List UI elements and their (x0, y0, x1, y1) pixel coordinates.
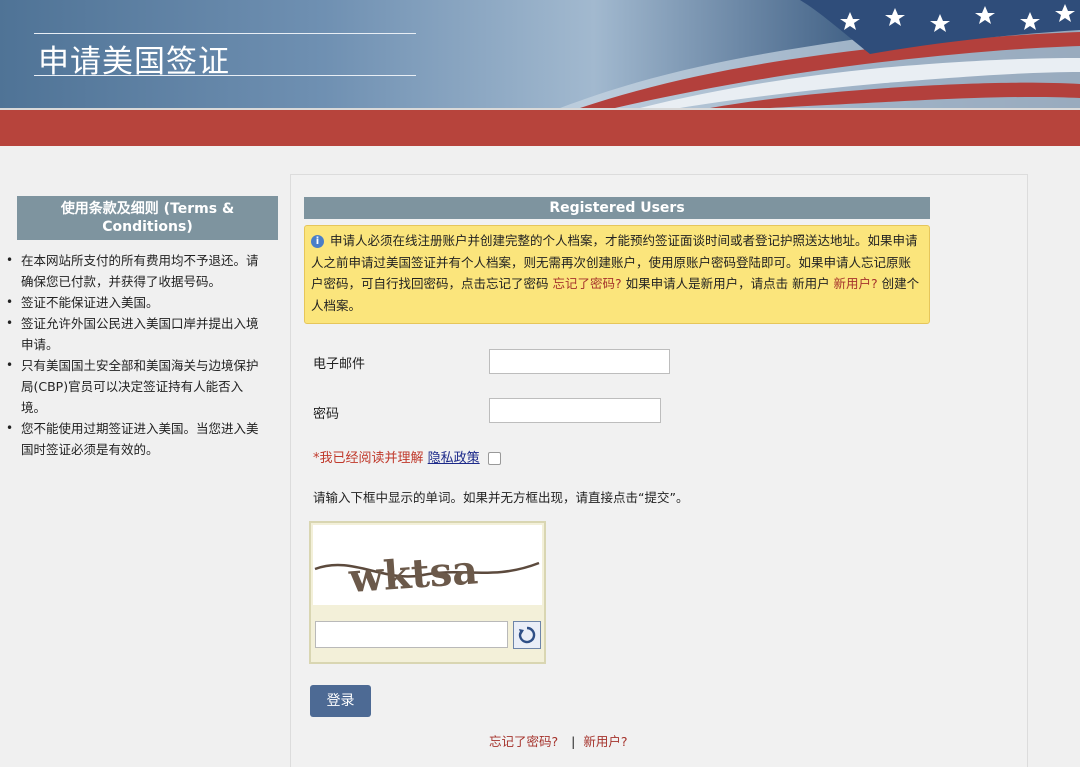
link-separator: | (571, 734, 576, 749)
header-rule-top (34, 33, 416, 34)
terms-list: 在本网站所支付的所有费用均不予退还。请确保您已付款，并获得了收据号码。 签证不能… (0, 250, 260, 460)
captcha-box: wktsa (309, 521, 546, 664)
header-red-band (0, 108, 1080, 146)
registered-users-heading: Registered Users (304, 197, 930, 219)
privacy-policy-link[interactable]: 隐私政策 (428, 451, 480, 466)
notice-text: 如果申请人是新用户，请点击 新用户 (621, 276, 834, 291)
list-item: 您不能使用过期签证进入美国。当您进入美国时签证必须是有效的。 (6, 418, 260, 460)
privacy-checkbox[interactable] (487, 452, 501, 465)
password-label: 密码 (313, 407, 340, 422)
password-field[interactable] (489, 398, 661, 423)
list-item: 只有美国国土安全部和美国海关与边境保护局(CBP)官员可以决定签证持有人能否入境… (6, 355, 260, 418)
privacy-agreement: *我已经阅读并理解 隐私政策 (313, 447, 501, 466)
info-notice: i 申请人必须在线注册账户并创建完整的个人档案，才能预约签证面谈时间或者登记护照送… (304, 225, 930, 324)
email-field[interactable] (489, 349, 670, 374)
captcha-hint: 请输入下框中显示的单词。如果并无方框出现，请直接点击“提交”。 (313, 490, 689, 505)
captcha-input[interactable] (315, 621, 508, 648)
forgot-password-link[interactable]: 忘记了密码? (489, 734, 558, 749)
info-icon: i (311, 235, 324, 248)
refresh-captcha-button[interactable] (513, 621, 541, 649)
login-panel: Registered Users i 申请人必须在线注册账户并创建完整的个人档案，… (290, 174, 1028, 767)
notice-new-user-link[interactable]: 新用户? (834, 276, 878, 291)
login-button[interactable]: 登录 (310, 685, 371, 717)
list-item: 签证允许外国公民进入美国口岸并提出入境申请。 (6, 313, 260, 355)
list-item: 签证不能保证进入美国。 (6, 292, 260, 313)
notice-forgot-password-link[interactable]: 忘记了密码? (552, 276, 621, 291)
captcha-image: wktsa (313, 525, 542, 605)
email-label: 电子邮件 (313, 357, 366, 372)
bottom-links: 忘记了密码? | 新用户? (489, 731, 628, 750)
new-user-link[interactable]: 新用户? (583, 734, 627, 749)
agree-text: 我已经阅读并理解 (319, 451, 424, 466)
refresh-icon (518, 626, 536, 644)
site-header: 申请美国签证 (0, 0, 1080, 108)
terms-heading: 使用条款及细则 (Terms & Conditions) (17, 196, 278, 240)
list-item: 在本网站所支付的所有费用均不予退还。请确保您已付款，并获得了收据号码。 (6, 250, 260, 292)
terms-sidebar: 使用条款及细则 (Terms & Conditions) 在本网站所支付的所有费… (0, 196, 282, 460)
us-flag-image (560, 0, 1080, 108)
captcha-word: wktsa (346, 546, 479, 602)
header-rule-bottom (34, 75, 416, 76)
